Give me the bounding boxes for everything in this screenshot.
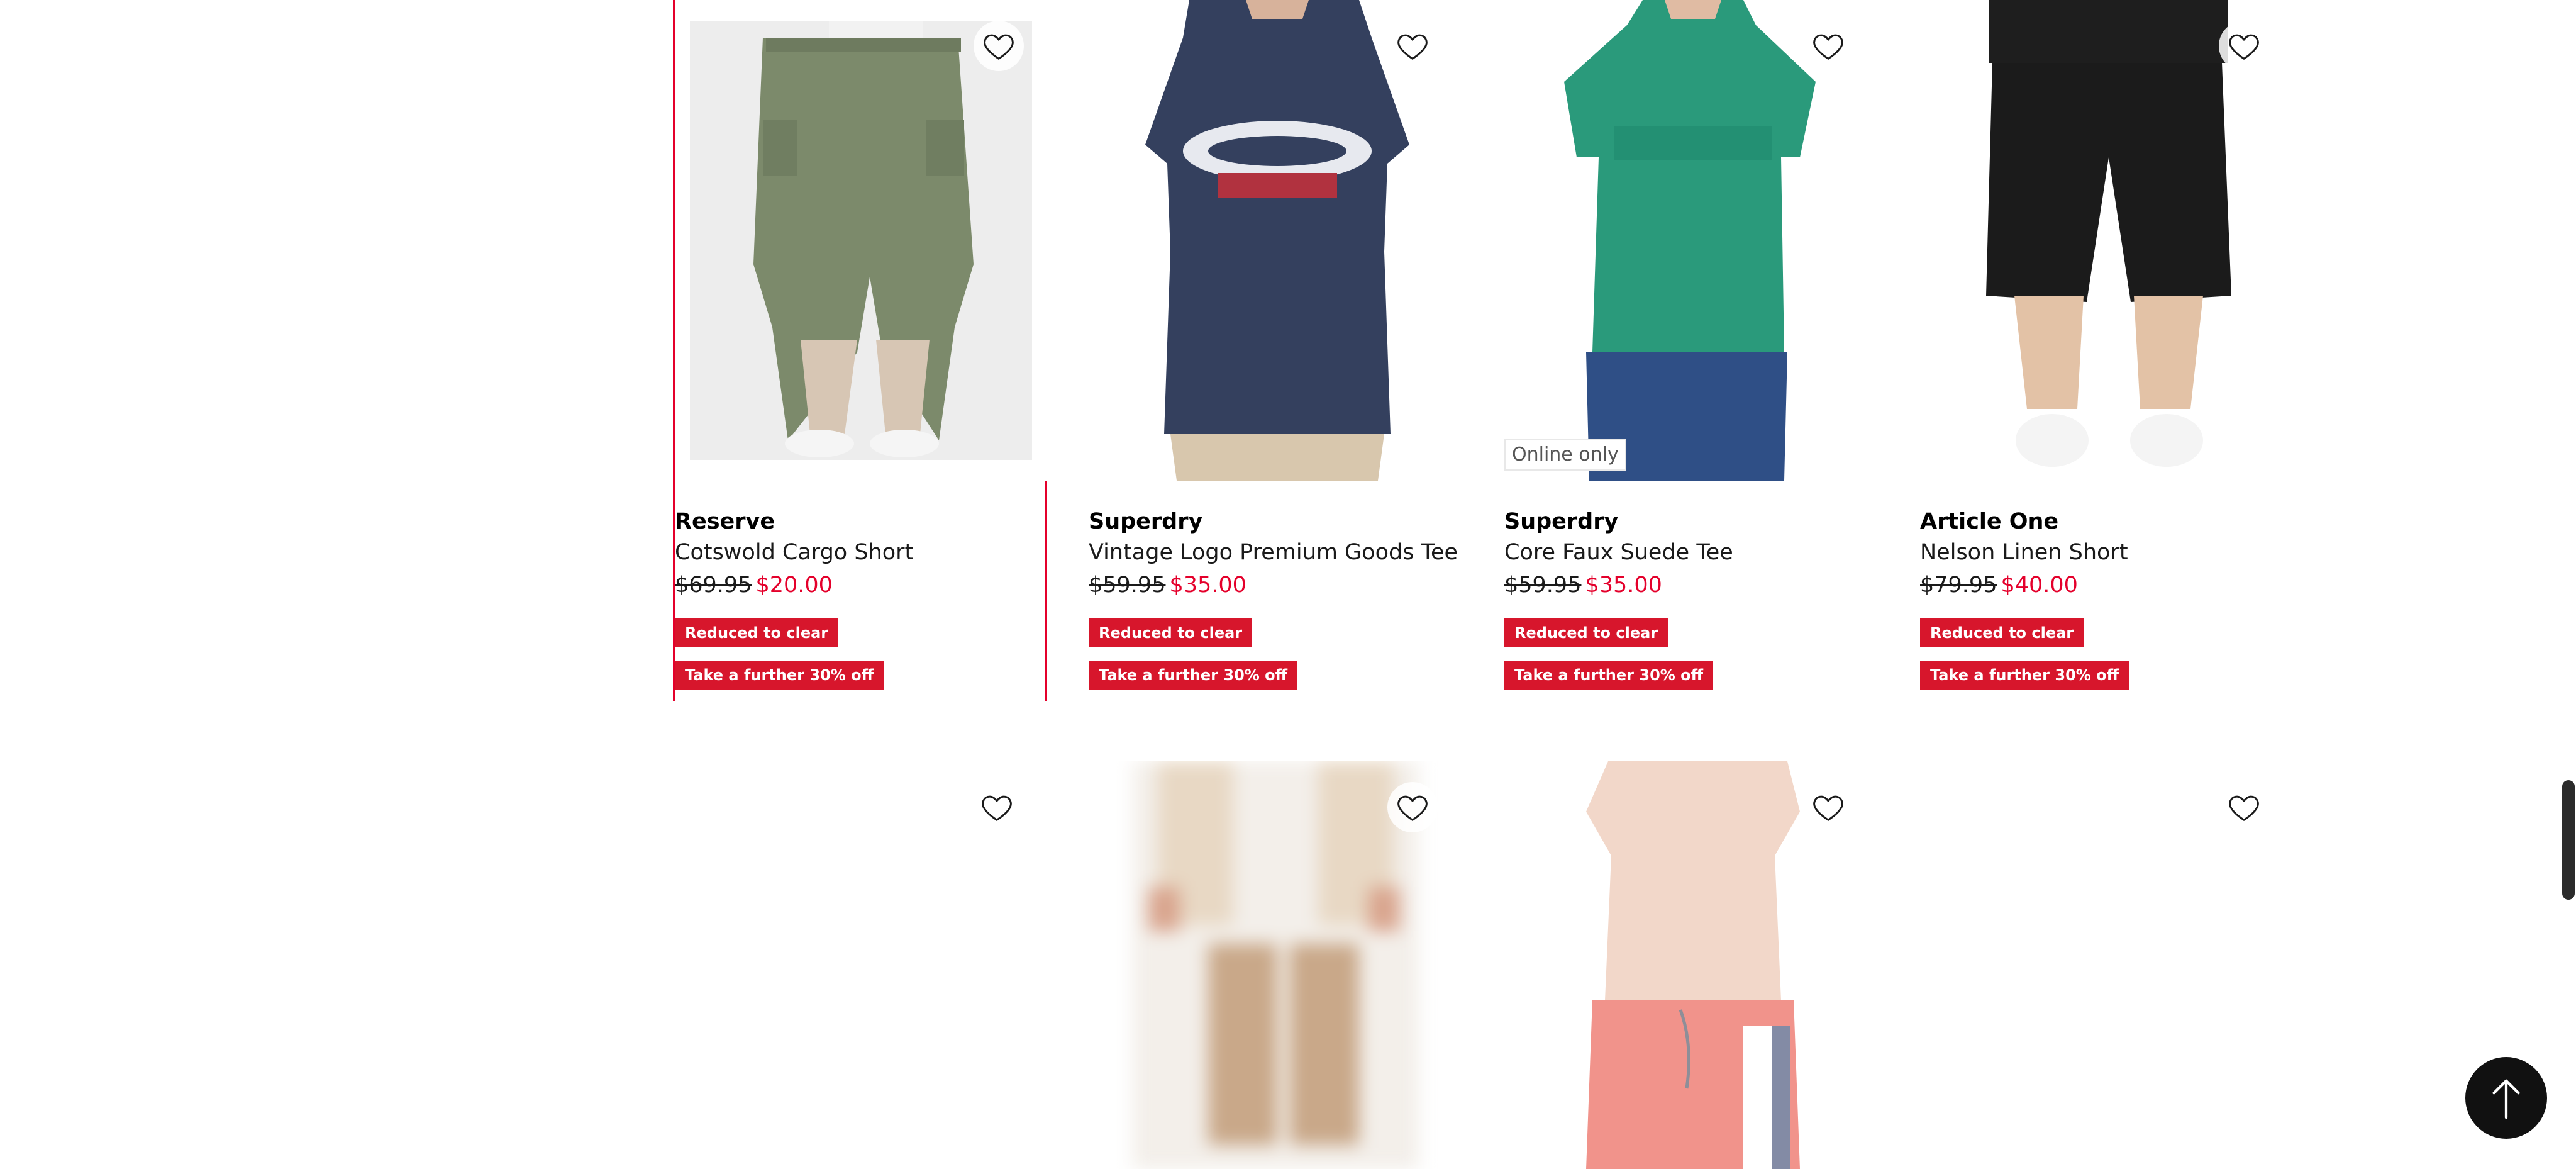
promo-badge-clearance: Reduced to clear (1920, 618, 2084, 647)
product-card[interactable] (1089, 761, 1463, 1169)
heart-outline-icon (2229, 795, 2259, 821)
heart-outline-icon (982, 795, 1012, 821)
sale-price: $20.00 (755, 573, 833, 598)
product-brand[interactable]: Reserve (675, 506, 1049, 537)
product-card[interactable] (673, 761, 1047, 1169)
heart-outline-icon (1813, 34, 1843, 60)
online-only-badge: Online only (1504, 439, 1626, 471)
product-image[interactable] (675, 0, 1049, 481)
product-info: Superdry Vintage Logo Premium Goods Tee … (1089, 506, 1463, 690)
product-info: Superdry Core Faux Suede Tee $59.95 $35.0… (1504, 506, 1879, 690)
heart-outline-icon (1397, 34, 1428, 60)
product-brand[interactable]: Superdry (1504, 506, 1879, 537)
product-image[interactable] (1920, 0, 2294, 481)
original-price: $59.95 (1504, 573, 1582, 598)
product-brand[interactable]: Superdry (1089, 506, 1463, 537)
favourite-button[interactable] (974, 21, 1024, 71)
promo-badge-discount: Take a further 30% off (1504, 661, 1714, 690)
promo-badge-discount: Take a further 30% off (1089, 661, 1298, 690)
product-brand[interactable]: Article One (1920, 506, 2294, 537)
product-name[interactable]: Nelson Linen Short (1920, 537, 2294, 568)
original-price: $59.95 (1089, 573, 1166, 598)
favourite-button[interactable] (1803, 21, 1853, 71)
product-name[interactable]: Core Faux Suede Tee (1504, 537, 1879, 568)
product-name[interactable]: Vintage Logo Premium Goods Tee (1089, 537, 1463, 568)
promo-badge-clearance: Reduced to clear (675, 618, 839, 647)
heart-outline-icon (2229, 34, 2259, 60)
product-price: $69.95 $20.00 (675, 568, 1049, 602)
sale-price: $35.00 (1585, 573, 1662, 598)
heart-outline-icon (1397, 795, 1428, 821)
product-image[interactable] (673, 761, 1047, 1169)
product-card[interactable]: Reserve Cotswold Cargo Short $69.95 $20.0… (673, 0, 1049, 701)
favourite-button[interactable] (2219, 21, 2269, 71)
product-card[interactable]: Online only Superdry Core Faux Suede Tee… (1504, 0, 1879, 701)
product-price: $59.95 $35.00 (1504, 568, 1879, 602)
product-image[interactable]: Online only (1504, 0, 1879, 481)
favourite-button[interactable] (2219, 782, 2269, 832)
promo-badge-clearance: Reduced to clear (1089, 618, 1253, 647)
heart-outline-icon (984, 34, 1014, 60)
scrollbar-thumb[interactable] (2562, 780, 2575, 900)
product-image[interactable] (1920, 761, 2294, 1169)
promo-badge-discount: Take a further 30% off (675, 661, 884, 690)
product-card[interactable] (1920, 761, 2294, 1169)
product-price: $59.95 $35.00 (1089, 568, 1463, 602)
sale-price: $35.00 (1169, 573, 1246, 598)
original-price: $69.95 (675, 573, 752, 598)
product-image[interactable] (1504, 761, 1879, 1169)
sale-price: $40.00 (2001, 573, 2078, 598)
product-image[interactable] (1089, 0, 1463, 481)
product-info: Article One Nelson Linen Short $79.95 $40… (1920, 506, 2294, 690)
product-card[interactable]: Superdry Vintage Logo Premium Goods Tee … (1089, 0, 1463, 701)
product-card[interactable] (1504, 761, 1879, 1169)
favourite-button[interactable] (972, 782, 1022, 832)
original-price: $79.95 (1920, 573, 1997, 598)
favourite-button[interactable] (1803, 782, 1853, 832)
product-info: Reserve Cotswold Cargo Short $69.95 $20.0… (675, 506, 1049, 690)
favourite-button[interactable] (1387, 21, 1438, 71)
heart-outline-icon (1813, 795, 1843, 821)
promo-badge-discount: Take a further 30% off (1920, 661, 2129, 690)
favourite-button[interactable] (1387, 782, 1438, 832)
promo-badge-clearance: Reduced to clear (1504, 618, 1668, 647)
product-name[interactable]: Cotswold Cargo Short (675, 537, 1049, 568)
back-to-top-button[interactable] (2465, 1057, 2547, 1139)
product-image[interactable] (1089, 761, 1463, 1169)
product-card[interactable]: Article One Nelson Linen Short $79.95 $40… (1920, 0, 2294, 701)
page-scrollbar[interactable] (2558, 0, 2576, 1169)
arrow-up-icon (2492, 1079, 2520, 1119)
product-price: $79.95 $40.00 (1920, 568, 2294, 602)
